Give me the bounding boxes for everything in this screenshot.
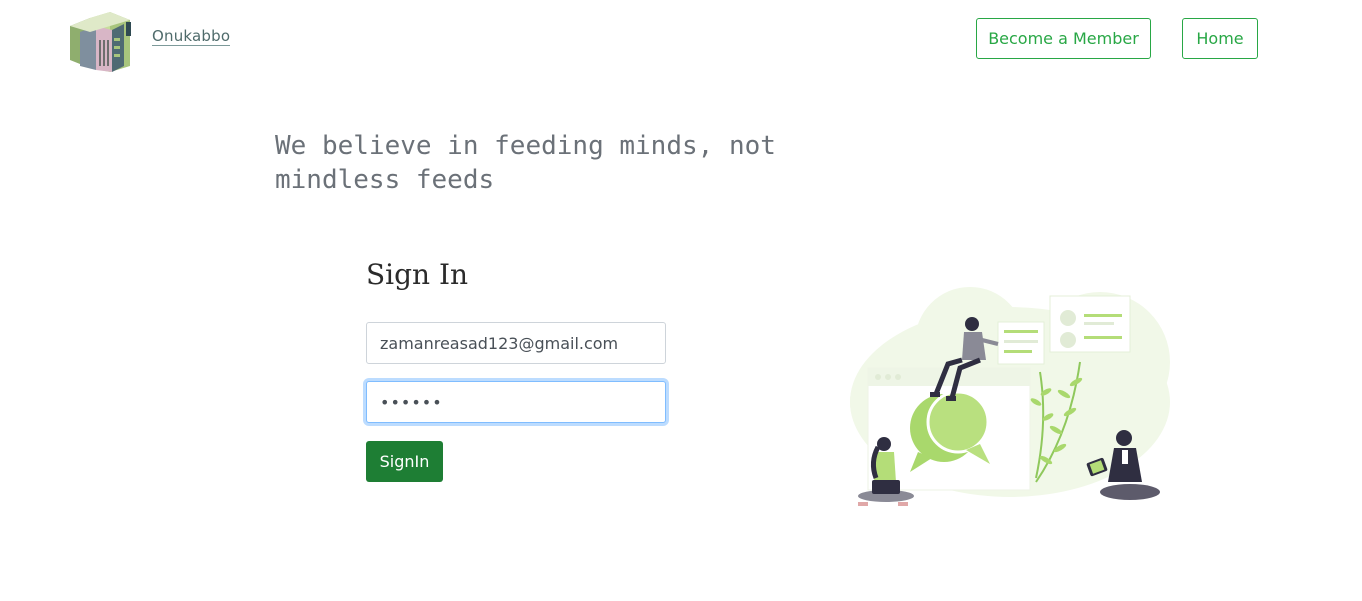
brand-name[interactable]: Onukabbo <box>152 27 230 45</box>
building-logo-icon <box>70 12 131 72</box>
email-field[interactable] <box>366 322 666 364</box>
become-member-button[interactable]: Become a Member <box>976 18 1151 59</box>
home-button[interactable]: Home <box>1182 18 1258 59</box>
password-field[interactable] <box>366 381 666 423</box>
community-chat-illustration <box>850 287 1170 506</box>
brand-underline <box>152 45 230 46</box>
hero-tagline: We believe in feeding minds, not mindles… <box>275 131 776 195</box>
signin-button[interactable]: SignIn <box>366 441 443 482</box>
signin-title: Sign In <box>366 258 469 291</box>
